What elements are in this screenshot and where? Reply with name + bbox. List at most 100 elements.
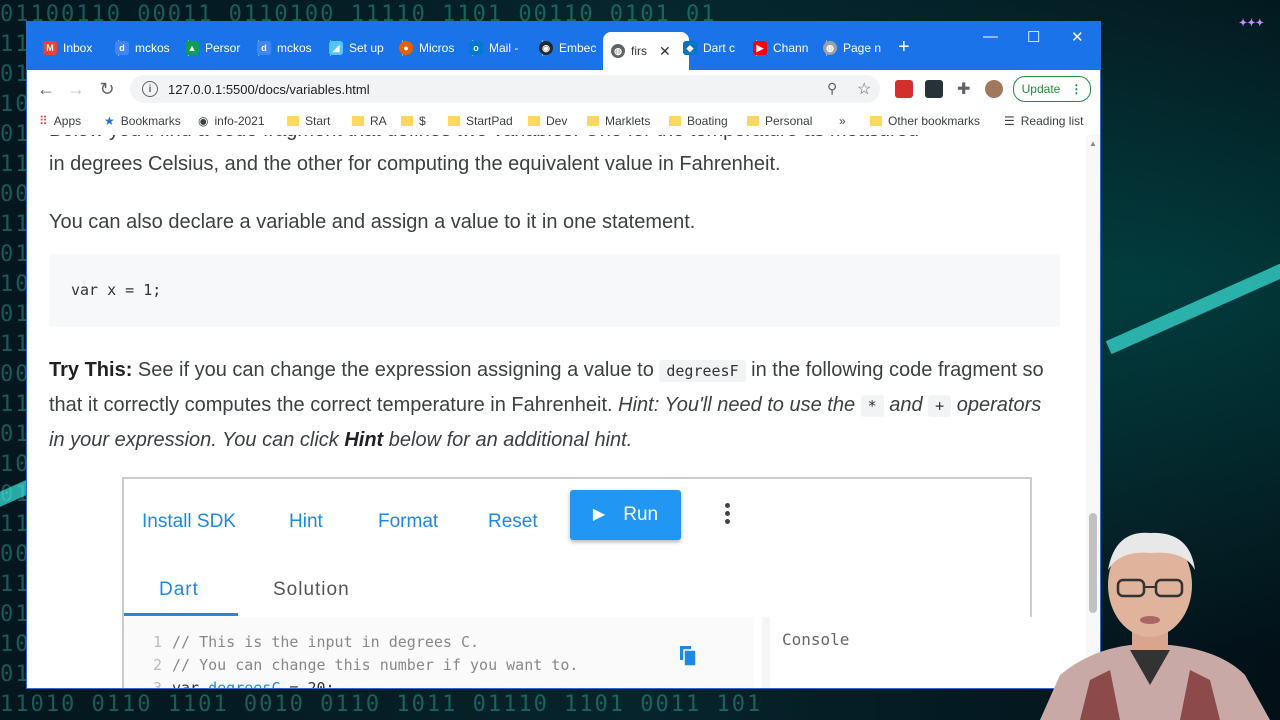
update-button[interactable]: Update ⋮ (1013, 76, 1091, 102)
play-icon: ▶ (592, 506, 606, 523)
tab-dart[interactable]: Dart (159, 573, 199, 607)
dartpad-embed: Install SDK Hint Format Reset ▶ Run Dart… (122, 477, 1038, 688)
github-icon: ◉ (198, 114, 209, 128)
browser-tab[interactable]: ◉ Embec (531, 32, 613, 64)
bookmark-folder[interactable]: StartPad (448, 114, 513, 128)
url-text[interactable]: 127.0.0.1:5500/docs/variables.html (168, 82, 370, 97)
inline-code: + (928, 395, 952, 417)
extensions-puzzle-icon[interactable]: ✚ (957, 79, 970, 99)
code-line: 1// This is the input in degrees C. (152, 633, 480, 651)
globe-icon: ◍ (611, 44, 625, 58)
install-sdk-button[interactable]: Install SDK (142, 505, 236, 539)
dart-icon: ◆ (683, 41, 697, 55)
bookmark-star-icon[interactable]: ☆ (857, 79, 871, 99)
presenter-webcam (1040, 532, 1270, 720)
doc-icon: d (257, 41, 271, 55)
reading-list[interactable]: ☰ Reading list (1004, 114, 1083, 128)
avatar[interactable] (985, 80, 1003, 98)
extension-dark-icon[interactable] (925, 80, 943, 98)
folder-icon (870, 116, 882, 126)
more-vert-icon: ⋮ (1070, 82, 1083, 96)
flutter-icon: ◢ (329, 41, 343, 55)
zoom-icon[interactable]: ⚲ (827, 80, 837, 97)
browser-tab[interactable]: d mckos (249, 32, 331, 64)
back-icon[interactable]: ← (36, 79, 56, 99)
code-editor[interactable]: 1// This is the input in degrees C. 2// … (124, 617, 754, 688)
reading-list-icon: ☰ (1004, 114, 1015, 128)
doc-icon: d (115, 41, 129, 55)
bookmark-folder[interactable]: Dev (528, 114, 567, 128)
inline-code: degreesF (659, 360, 746, 382)
hint-button[interactable]: Hint (289, 505, 323, 539)
try-this-label: Try This: (49, 359, 133, 381)
paragraph: You can also declare a variable and assi… (49, 211, 696, 233)
bookmark-folder[interactable]: Start (287, 114, 330, 128)
code-block: var x = 1; (49, 254, 1060, 327)
star-icon: ★ (104, 114, 115, 128)
bookmark-folder[interactable]: Marklets (587, 114, 650, 128)
console-label: Console (782, 630, 850, 649)
globe-icon: ◍ (823, 41, 837, 55)
folder-icon (587, 116, 599, 126)
bookmark-apps[interactable]: ⠿ Apps (39, 114, 81, 128)
bookmark-other[interactable]: Other bookmarks (870, 114, 980, 128)
format-button[interactable]: Format (378, 505, 438, 539)
tab-bar: M Inbox d mckos ▲ Persor d mckos ◢ Set u… (27, 22, 1100, 70)
address-bar[interactable]: i 127.0.0.1:5500/docs/variables.html (130, 75, 880, 103)
browser-toolbar: ← → ↻ i 127.0.0.1:5500/docs/variables.ht… (27, 70, 1100, 108)
browser-window: M Inbox d mckos ▲ Persor d mckos ◢ Set u… (27, 22, 1100, 688)
apps-grid-icon: ⠿ (39, 114, 48, 128)
bookmark-folder[interactable]: Personal (747, 114, 812, 128)
folder-icon (448, 116, 460, 126)
info-icon[interactable]: i (142, 81, 158, 97)
outlook-icon: o (469, 41, 483, 55)
extension-red-icon[interactable] (895, 80, 913, 98)
drive-icon: ▲ (185, 41, 199, 55)
browser-tab[interactable]: ◍ Page n (815, 32, 897, 64)
code-text: var x = 1; (71, 281, 162, 299)
github-icon: ◉ (539, 41, 553, 55)
run-button[interactable]: ▶ Run (570, 490, 681, 540)
close-tab-icon[interactable]: ✕ (659, 43, 671, 60)
bookmark-folder[interactable]: Boating (669, 114, 728, 128)
folder-icon (287, 116, 299, 126)
console-panel: Console (762, 617, 1038, 688)
code-line: 2// You can change this number if you wa… (152, 656, 579, 674)
copy-icon[interactable] (679, 645, 697, 667)
more-options-icon[interactable] (725, 503, 731, 527)
firefox-icon: ● (399, 41, 413, 55)
dartpad-toolbar: Install SDK Hint Format Reset ▶ Run (124, 479, 1030, 553)
folder-icon (669, 116, 681, 126)
bookmark-info-2021[interactable]: ◉ info-2021 (198, 114, 265, 128)
folder-icon (528, 116, 540, 126)
new-tab-icon[interactable]: + (898, 36, 910, 58)
bookmarks-bar: ⠿ Apps ★ Bookmarks ◉ info-2021 Start RA … (27, 108, 1100, 136)
browser-tab[interactable]: ▲ Persor (177, 32, 259, 64)
wallpaper-logo: ✦✦✦ (1238, 18, 1264, 29)
inline-code: * (860, 395, 884, 417)
scroll-up-icon[interactable]: ▲ (1089, 139, 1097, 148)
folder-icon (747, 116, 759, 126)
active-tab-indicator (124, 613, 238, 616)
dartpad-tabs: Dart Solution (124, 553, 754, 617)
gmail-icon: M (43, 41, 57, 55)
bookmark-folder[interactable]: $ (401, 114, 426, 128)
tab-solution[interactable]: Solution (273, 573, 350, 607)
bookmark-folder[interactable]: RA (352, 114, 387, 128)
maximize-icon[interactable]: ☐ (1027, 28, 1040, 46)
reload-icon[interactable]: ↻ (97, 79, 117, 99)
paragraph: Below you'll find a code fragment that d… (49, 135, 919, 147)
page-viewport: Below you'll find a code fragment that d… (27, 135, 1100, 688)
youtube-icon: ▶ (753, 41, 767, 55)
code-line: 3 var degreesC = 20; (152, 679, 335, 688)
folder-icon (352, 116, 364, 126)
try-this-paragraph: Try This: See if you can change the expr… (49, 359, 1044, 451)
minimize-icon[interactable]: — (983, 28, 998, 45)
bookmarks-overflow-icon[interactable]: » (839, 114, 846, 128)
folder-icon (401, 116, 413, 126)
reset-button[interactable]: Reset (488, 505, 538, 539)
bookmark-bookmarks[interactable]: ★ Bookmarks (104, 114, 181, 128)
forward-icon[interactable]: → (66, 79, 86, 99)
close-window-icon[interactable]: ✕ (1071, 28, 1084, 46)
paragraph: in degrees Celsius, and the other for co… (49, 153, 781, 175)
